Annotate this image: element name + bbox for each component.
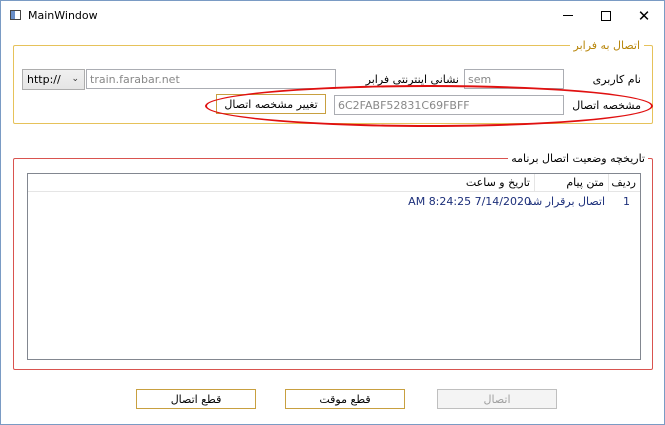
column-header-index[interactable]: ردیف (609, 174, 640, 192)
close-icon: ✕ (637, 6, 651, 25)
disconnect-button[interactable]: قطع اتصال (136, 389, 256, 409)
connection-id-input[interactable]: 6C2FABF52831C69FBFF (334, 95, 564, 115)
minimize-icon (563, 15, 573, 16)
table-row-datetime[interactable]: 7/14/2020 8:24:25 AM (408, 195, 535, 211)
history-group-legend: تاریخچه وضعیت اتصال برنامه (508, 152, 648, 165)
connection-id-label: مشخصه اتصال (572, 99, 641, 112)
table-row-message[interactable]: اتصال برقرار شد (527, 195, 609, 211)
username-input[interactable]: sem (464, 69, 564, 89)
url-label: نشانی اینترنتی فرابر (365, 73, 459, 86)
close-button[interactable]: ✕ (624, 1, 664, 30)
protocol-select[interactable]: http:// ⌄ (22, 69, 85, 90)
history-list-header: تاریخ و ساعت متن پیام ردیف (28, 174, 640, 192)
title-bar[interactable]: MainWindow ✕ (1, 1, 664, 30)
url-input[interactable]: train.farabar.net (86, 69, 336, 89)
maximize-icon (601, 10, 611, 21)
column-header-message[interactable]: متن پیام (535, 174, 609, 192)
history-list[interactable]: تاریخ و ساعت متن پیام ردیف 7/14/2020 8:2… (27, 173, 641, 360)
connect-button[interactable]: اتصال (437, 389, 557, 409)
change-connection-id-button[interactable]: تغییر مشخصه اتصال (216, 94, 326, 114)
table-row-index[interactable]: 1 (609, 195, 634, 211)
window-title: MainWindow (28, 9, 98, 22)
maximize-button[interactable] (586, 1, 626, 30)
minimize-button[interactable] (548, 1, 588, 30)
main-window: MainWindow ✕ اتصال به فرابر http:// ⌄ tr… (0, 0, 665, 425)
chevron-down-icon: ⌄ (71, 74, 79, 84)
app-window-icon (10, 10, 21, 20)
column-header-datetime[interactable]: تاریخ و ساعت (428, 174, 535, 192)
protocol-selected-value: http:// (27, 73, 61, 86)
pause-button[interactable]: قطع موقت (285, 389, 405, 409)
username-label: نام کاربری (592, 73, 641, 86)
connection-group-legend: اتصال به فرابر (569, 39, 644, 52)
